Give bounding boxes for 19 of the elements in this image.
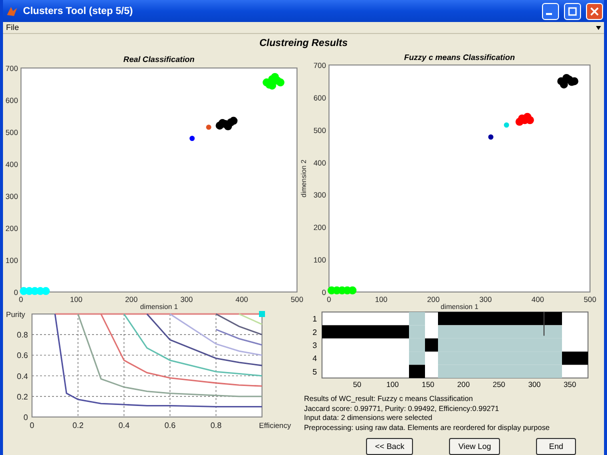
row-label: 3 (312, 341, 317, 350)
tick-label: 0.8 (210, 421, 222, 430)
window-title: Clusters Tool (step 5/5) (23, 6, 134, 16)
tick-label: 0.6 (164, 421, 176, 430)
tick-label: 0 (30, 421, 34, 430)
row-label: 1 (312, 314, 317, 324)
tick-label: 0.4 (16, 372, 28, 381)
tick-label: 0.6 (16, 351, 28, 360)
row-label: 4 (312, 354, 317, 364)
tick-label: 0 (24, 413, 28, 422)
results-heading: Clustreing Results (259, 38, 348, 48)
tick-label: 0.4 (118, 421, 130, 430)
row-label: 5 (312, 367, 317, 376)
row-label: 2 (312, 328, 317, 337)
chart-title: Fuzzy c means Classification (404, 53, 515, 62)
chart-title: Real Classification (123, 55, 195, 64)
tick-label: 0.2 (72, 421, 84, 430)
tick-label: 0.2 (16, 392, 28, 402)
tick-label: 0.8 (16, 330, 28, 340)
